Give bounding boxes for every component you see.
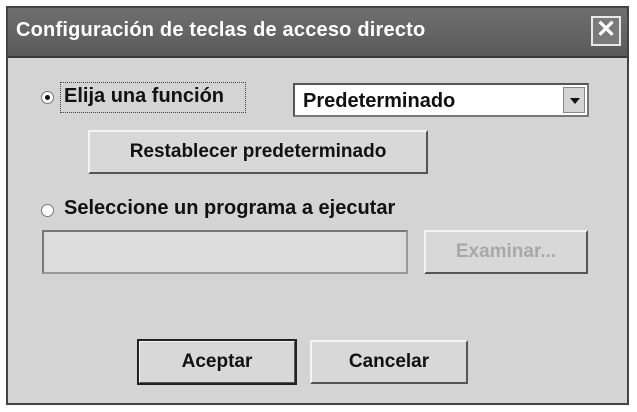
program-option-radio[interactable] <box>41 204 54 217</box>
close-button[interactable]: ✕ <box>591 16 621 46</box>
function-select-value: Predeterminado <box>303 90 456 112</box>
function-select[interactable]: Predeterminado <box>293 83 589 117</box>
function-option-label[interactable]: Elija una función <box>64 85 224 108</box>
browse-button[interactable]: Examinar... <box>424 230 588 274</box>
accept-button[interactable]: Aceptar <box>137 339 297 385</box>
chevron-down-icon[interactable] <box>563 87 585 113</box>
reset-default-button[interactable]: Restablecer predeterminado <box>88 130 428 174</box>
dialog-title: Configuración de teclas de acceso direct… <box>16 19 426 41</box>
cancel-button[interactable]: Cancelar <box>310 340 468 384</box>
shortcut-config-dialog: Configuración de teclas de acceso direct… <box>6 6 629 405</box>
close-icon: ✕ <box>595 16 617 43</box>
program-option-label[interactable]: Seleccione un programa a ejecutar <box>64 197 395 220</box>
program-path-input[interactable] <box>42 230 408 274</box>
function-option-radio[interactable] <box>41 91 54 104</box>
title-bar[interactable]: Configuración de teclas de acceso direct… <box>8 8 627 58</box>
